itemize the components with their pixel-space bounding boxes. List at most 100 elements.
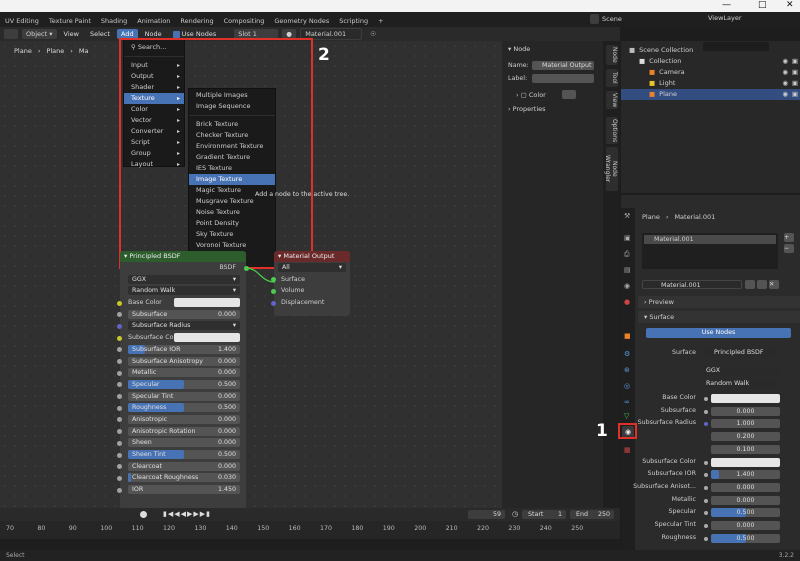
props-input-radius-4[interactable]: 0.100	[638, 444, 800, 455]
visibility-eye-icon[interactable]: ◉	[782, 89, 788, 100]
bsdf-input-field[interactable]: Clearcoat 0.000	[128, 461, 240, 471]
physics-tab-icon[interactable]: ◎	[624, 382, 630, 390]
distribution-row[interactable]: GGX ▾	[120, 274, 246, 286]
output-input-displacement[interactable]: Displacement	[271, 297, 350, 309]
input-socket[interactable]	[117, 405, 122, 411]
node-label-field[interactable]	[532, 74, 594, 83]
scene-field[interactable]	[600, 14, 680, 25]
bsdf-input-field[interactable]: Subsurface 0.000	[128, 309, 240, 319]
props-input-specular-tint[interactable]: Specular Tint 0.000	[638, 520, 800, 531]
tab-node-wrangler[interactable]: Node Wrangler	[604, 147, 618, 191]
input-socket[interactable]	[117, 429, 122, 435]
properties-section[interactable]: › Properties	[508, 105, 546, 113]
outliner-item-light[interactable]: ■ Light ◉ ▣	[621, 78, 800, 89]
bsdf-input-field[interactable]: Anisotropic Rotation 0.000	[128, 426, 240, 436]
texture-tab-icon[interactable]: ▦	[624, 446, 631, 454]
bsdf-input-subsurface[interactable]: Subsurface 0.000	[117, 309, 246, 321]
duplicate-icon[interactable]	[757, 280, 767, 289]
props-input-subsurface[interactable]: Subsurface 0.000	[638, 406, 800, 417]
bsdf-input-subsurface-anisotropy[interactable]: Subsurface Anisotropy 0.000	[117, 356, 246, 368]
material-slot-list[interactable]: Material.001	[642, 233, 778, 269]
bsdf-input-metallic[interactable]: Metallic 0.000	[117, 367, 246, 379]
workspace-tab-uv-editing[interactable]: UV Editing	[0, 17, 44, 25]
props-input-subsurface-color[interactable]: Subsurface Color	[638, 457, 800, 468]
props-input-field[interactable]	[711, 457, 780, 467]
bsdf-input-field[interactable]: Roughness 0.500	[128, 403, 240, 413]
bsdf-input-field[interactable]: Sheen 0.000	[128, 438, 240, 448]
output-node-header[interactable]: ▾ Material Output	[274, 251, 350, 262]
constraints-tab-icon[interactable]: ∞	[624, 398, 630, 406]
tool-tab-icon[interactable]: ⚒	[624, 212, 630, 220]
workspace-tab-scripting[interactable]: Scripting	[334, 17, 373, 25]
input-socket[interactable]	[117, 464, 122, 470]
outliner-item-scene-collection[interactable]: ■ Scene Collection	[621, 45, 800, 56]
remove-slot-button[interactable]: −	[784, 244, 794, 253]
bsdf-input-clearcoat[interactable]: Clearcoat 0.000	[117, 461, 246, 473]
target-row[interactable]: All ▾	[274, 262, 350, 274]
current-frame-field[interactable]: 59	[468, 510, 505, 519]
color-section[interactable]: › ▢ Color	[516, 91, 546, 99]
workspace-tab-compositing[interactable]: Compositing	[219, 17, 270, 25]
select-menu[interactable]: Select	[86, 29, 114, 39]
object-mode-dropdown[interactable]: Object ▾	[22, 29, 57, 39]
tab-node[interactable]: Node	[606, 45, 618, 65]
bsdf-input-base-color[interactable]: Base Color	[117, 297, 246, 309]
output-input-surface[interactable]: Surface	[271, 274, 350, 286]
modifier-tab-icon[interactable]: ⚙	[624, 350, 630, 358]
props-distribution-dropdown[interactable]: GGX	[702, 366, 780, 375]
color-swatch[interactable]	[562, 90, 576, 99]
bsdf-input-subsurface-ior[interactable]: Subsurface IOR 1.400	[117, 344, 246, 356]
input-socket[interactable]	[117, 475, 122, 481]
world-tab-icon[interactable]: ●	[624, 298, 630, 306]
workspace-tab-texture-paint[interactable]: Texture Paint	[44, 17, 96, 25]
minimize-icon[interactable]: —	[722, 0, 731, 12]
props-input-field[interactable]: 0.000	[711, 495, 780, 505]
unlink-icon[interactable]: ✕	[769, 280, 779, 289]
input-socket[interactable]	[117, 394, 122, 400]
input-socket[interactable]	[117, 440, 122, 446]
workspace-tab-shading[interactable]: Shading	[96, 17, 132, 25]
fake-user-icon[interactable]	[745, 280, 755, 289]
workspace-tab-add[interactable]: +	[373, 17, 388, 25]
bsdf-input-specular-tint[interactable]: Specular Tint 0.000	[117, 391, 246, 403]
record-icon[interactable]	[140, 511, 147, 518]
props-input-field[interactable]: 0.000	[711, 406, 780, 416]
props-input-subsurface-ior[interactable]: Subsurface IOR 1.400	[638, 469, 800, 480]
data-material-field[interactable]: Material.001	[642, 280, 742, 289]
preview-panel-header[interactable]: › Preview	[638, 296, 800, 308]
object-tab-icon[interactable]: ■	[624, 332, 631, 340]
input-socket[interactable]	[117, 335, 122, 341]
bsdf-input-field[interactable]: IOR 1.450	[128, 485, 240, 495]
props-input-field[interactable]: 0.200	[711, 432, 780, 442]
input-socket[interactable]	[117, 347, 122, 353]
bsdf-input-field[interactable]: Subsurface IOR 1.400	[128, 344, 240, 354]
render-tab-icon[interactable]: ▣	[624, 234, 631, 242]
props-input-field[interactable]: 0.000	[711, 482, 780, 492]
output-input-volume[interactable]: Volume	[271, 285, 350, 297]
visibility-eye-icon[interactable]: ◉	[782, 67, 788, 78]
surface-panel-header[interactable]: ▾ Surface	[638, 311, 800, 323]
workspace-tab-animation[interactable]: Animation	[132, 17, 175, 25]
input-socket[interactable]	[117, 452, 122, 458]
render-camera-icon[interactable]: ▣	[792, 67, 798, 78]
bsdf-input-clearcoat-roughness[interactable]: Clearcoat Roughness 0.030	[117, 472, 246, 484]
add-slot-button[interactable]: +	[784, 233, 794, 242]
visibility-eye-icon[interactable]: ◉	[782, 78, 788, 89]
maximize-icon[interactable]: □	[758, 0, 767, 12]
scene-tab-icon[interactable]: ◉	[624, 282, 630, 290]
props-input-metallic[interactable]: Metallic 0.000	[638, 495, 800, 506]
tab-view[interactable]: View	[606, 91, 618, 109]
particles-tab-icon[interactable]: ⊛	[624, 366, 630, 374]
bsdf-input-field[interactable]: Specular 0.500	[128, 379, 240, 389]
close-icon[interactable]: ✕	[786, 0, 794, 12]
material-output-node[interactable]: ▾ Material Output All ▾ Surface Volume Disp…	[271, 251, 350, 316]
bsdf-input-field[interactable]: Sheen Tint 0.500	[128, 450, 240, 459]
node-name-field[interactable]: Material Output	[532, 61, 594, 70]
data-tab-icon[interactable]: ▽	[624, 412, 629, 420]
surface-shader-field[interactable]: Principled BSDF	[702, 348, 780, 357]
workspace-tab-geometry-nodes[interactable]: Geometry Nodes	[269, 17, 334, 25]
input-socket[interactable]	[117, 417, 122, 423]
subsurface-method-row[interactable]: Random Walk ▾	[120, 285, 246, 297]
bsdf-node-header[interactable]: ▾ Principled BSDF	[120, 251, 246, 262]
outliner-item-camera[interactable]: ■ Camera ◉ ▣	[621, 67, 800, 78]
